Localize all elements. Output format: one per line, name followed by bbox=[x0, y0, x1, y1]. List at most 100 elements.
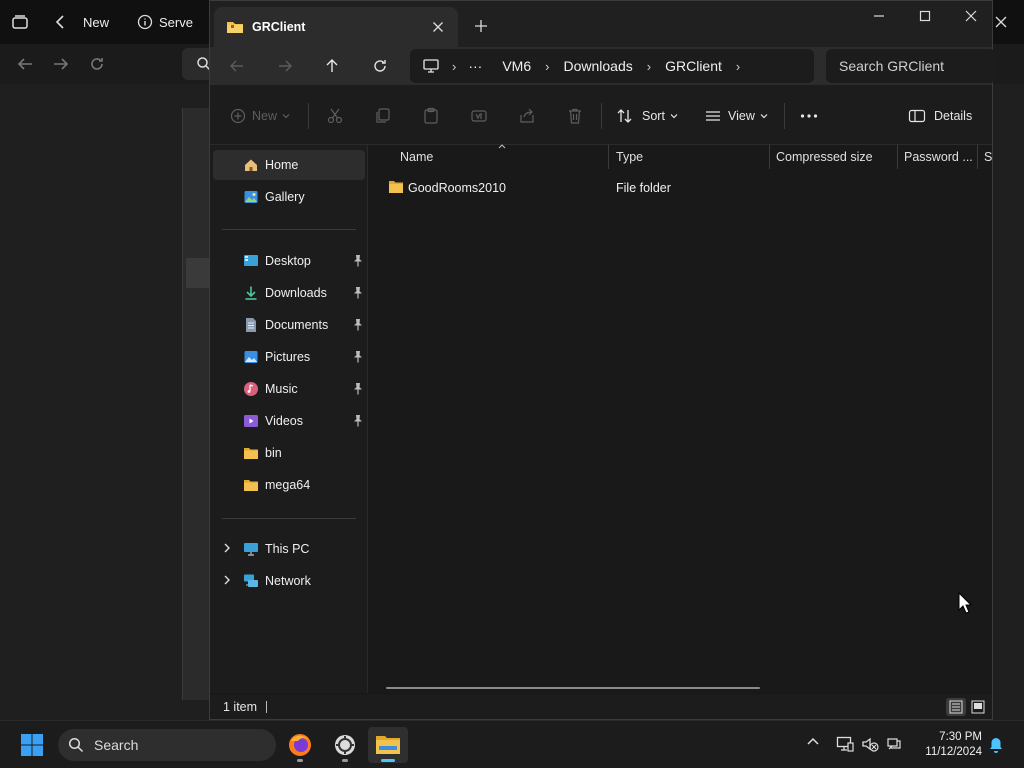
sidebar-item-bin[interactable]: bin bbox=[213, 438, 365, 468]
column-separator[interactable] bbox=[769, 145, 770, 169]
sidebar-item-label: This PC bbox=[265, 542, 310, 556]
tab-title: GRClient bbox=[252, 20, 306, 34]
sidebar-item-pictures[interactable]: Pictures bbox=[213, 342, 365, 372]
new-tab-plus-icon[interactable] bbox=[468, 13, 494, 39]
pin-icon[interactable] bbox=[351, 286, 365, 300]
forward-arrow-icon[interactable] bbox=[268, 51, 302, 81]
copy-button[interactable] bbox=[374, 105, 392, 127]
explorer-tab[interactable]: GRClient bbox=[214, 7, 458, 47]
details-button-label: Details bbox=[934, 109, 973, 123]
sidebar-item-label: Downloads bbox=[265, 286, 327, 300]
browser-back-icon[interactable] bbox=[16, 55, 34, 73]
chevron-down-icon bbox=[760, 114, 768, 119]
chevron-right-icon[interactable]: › bbox=[545, 59, 549, 74]
browser-close-icon[interactable] bbox=[994, 0, 1008, 44]
videos-icon bbox=[244, 415, 258, 427]
details-pane-icon bbox=[908, 109, 926, 123]
sidebar-item-gallery[interactable]: Gallery bbox=[213, 182, 365, 212]
breadcrumb-grclient[interactable]: GRClient bbox=[657, 58, 730, 74]
column-separator[interactable] bbox=[608, 145, 609, 169]
sidebar-item-label: Videos bbox=[265, 414, 303, 428]
cut-icon bbox=[327, 108, 343, 124]
sidebar-item-music[interactable]: Music bbox=[213, 374, 365, 404]
search-input[interactable]: Search GRClient bbox=[826, 49, 996, 83]
tab-close-icon[interactable] bbox=[424, 13, 452, 41]
sidebar-item-home[interactable]: Home bbox=[213, 150, 365, 180]
refresh-icon[interactable] bbox=[363, 51, 397, 81]
new-plus-icon bbox=[230, 108, 246, 124]
file-row[interactable]: GoodRooms2010 File folder bbox=[378, 177, 978, 199]
maximize-icon[interactable] bbox=[902, 1, 948, 31]
network-status-icon[interactable] bbox=[885, 735, 903, 753]
details-view-icon[interactable] bbox=[946, 698, 966, 716]
notification-bell-icon[interactable] bbox=[988, 736, 1004, 754]
sidebar-item-documents[interactable]: Documents bbox=[213, 310, 365, 340]
chevron-right-icon[interactable]: › bbox=[647, 59, 651, 74]
taskbar-search-input[interactable]: Search bbox=[58, 729, 276, 761]
column-header-name[interactable]: Name bbox=[400, 145, 433, 169]
details-button[interactable]: Details bbox=[908, 105, 972, 127]
back-arrow-icon[interactable] bbox=[220, 51, 254, 81]
browser-forward-icon[interactable] bbox=[52, 55, 70, 73]
browser-tab-new[interactable]: New bbox=[83, 0, 109, 44]
folder-icon bbox=[389, 181, 403, 193]
pin-icon[interactable] bbox=[351, 382, 365, 396]
pin-icon[interactable] bbox=[351, 350, 365, 364]
pin-icon[interactable] bbox=[351, 254, 365, 268]
pin-icon[interactable] bbox=[351, 318, 365, 332]
clock[interactable]: 7:30 PM 11/12/2024 bbox=[908, 730, 982, 760]
new-button-label: New bbox=[252, 109, 278, 123]
share-button[interactable] bbox=[518, 105, 536, 127]
folder-icon bbox=[244, 448, 258, 459]
up-arrow-icon[interactable] bbox=[315, 51, 349, 81]
browser-tab-serve[interactable]: Serve bbox=[137, 0, 193, 44]
volume-muted-icon[interactable] bbox=[861, 735, 879, 753]
address-bar[interactable]: › ··· VM6 › Downloads › GRClient › bbox=[410, 49, 814, 83]
start-windows-icon[interactable] bbox=[12, 727, 52, 763]
sidebar-item-desktop[interactable]: Desktop bbox=[213, 246, 365, 276]
sidebar-item-this-pc[interactable]: This PC bbox=[213, 534, 365, 564]
more-ellipsis-icon[interactable]: ··· bbox=[456, 58, 494, 74]
sidebar-divider bbox=[222, 229, 356, 230]
expand-chevron-icon[interactable] bbox=[221, 542, 233, 554]
view-button[interactable]: View bbox=[704, 105, 769, 127]
column-separator[interactable] bbox=[897, 145, 898, 169]
browser-address-bar[interactable] bbox=[182, 48, 212, 80]
column-header-compressed-size[interactable]: Compressed size bbox=[776, 145, 873, 169]
sort-button[interactable]: Sort bbox=[616, 105, 679, 127]
pin-icon[interactable] bbox=[351, 414, 365, 428]
sidebar-item-network[interactable]: Network bbox=[213, 566, 365, 596]
browser-back-tab-icon[interactable] bbox=[52, 0, 70, 44]
large-icons-view-icon[interactable] bbox=[968, 698, 988, 716]
tab-actions-icon[interactable] bbox=[10, 0, 30, 44]
breadcrumb-downloads[interactable]: Downloads bbox=[555, 58, 640, 74]
sidebar-item-downloads[interactable]: Downloads bbox=[213, 278, 365, 308]
system-app-icon[interactable] bbox=[325, 727, 365, 763]
chevron-up-icon[interactable] bbox=[806, 735, 820, 749]
cut-button[interactable] bbox=[326, 105, 344, 127]
column-header-type[interactable]: Type bbox=[616, 145, 643, 169]
chevron-right-icon[interactable]: › bbox=[736, 59, 740, 74]
firefox-icon[interactable] bbox=[280, 727, 320, 763]
navigation-pane: Home Gallery Desktop Downloads Documents… bbox=[210, 145, 368, 693]
delete-button[interactable] bbox=[566, 105, 584, 127]
breadcrumb-vm6[interactable]: VM6 bbox=[494, 58, 539, 74]
column-header-size[interactable]: Si bbox=[984, 145, 992, 169]
column-separator[interactable] bbox=[977, 145, 978, 169]
paste-button[interactable] bbox=[422, 105, 440, 127]
sidebar-item-mega64[interactable]: mega64 bbox=[213, 470, 365, 500]
sidebar-item-videos[interactable]: Videos bbox=[213, 406, 365, 436]
browser-refresh-icon[interactable] bbox=[88, 55, 106, 73]
sidebar-item-label: Home bbox=[265, 158, 299, 172]
rename-button[interactable] bbox=[470, 105, 488, 127]
new-button[interactable]: New bbox=[230, 105, 291, 127]
display-icon[interactable] bbox=[836, 735, 854, 753]
more-options-icon[interactable] bbox=[800, 105, 818, 127]
file-explorer-taskbar-icon[interactable] bbox=[368, 727, 408, 763]
window-close-icon[interactable] bbox=[948, 1, 994, 31]
minimize-icon[interactable] bbox=[856, 1, 902, 31]
column-header-password[interactable]: Password ... bbox=[904, 145, 973, 169]
expand-chevron-icon[interactable] bbox=[221, 574, 233, 586]
horizontal-scrollbar[interactable] bbox=[386, 687, 760, 689]
downloads-icon bbox=[245, 286, 257, 300]
